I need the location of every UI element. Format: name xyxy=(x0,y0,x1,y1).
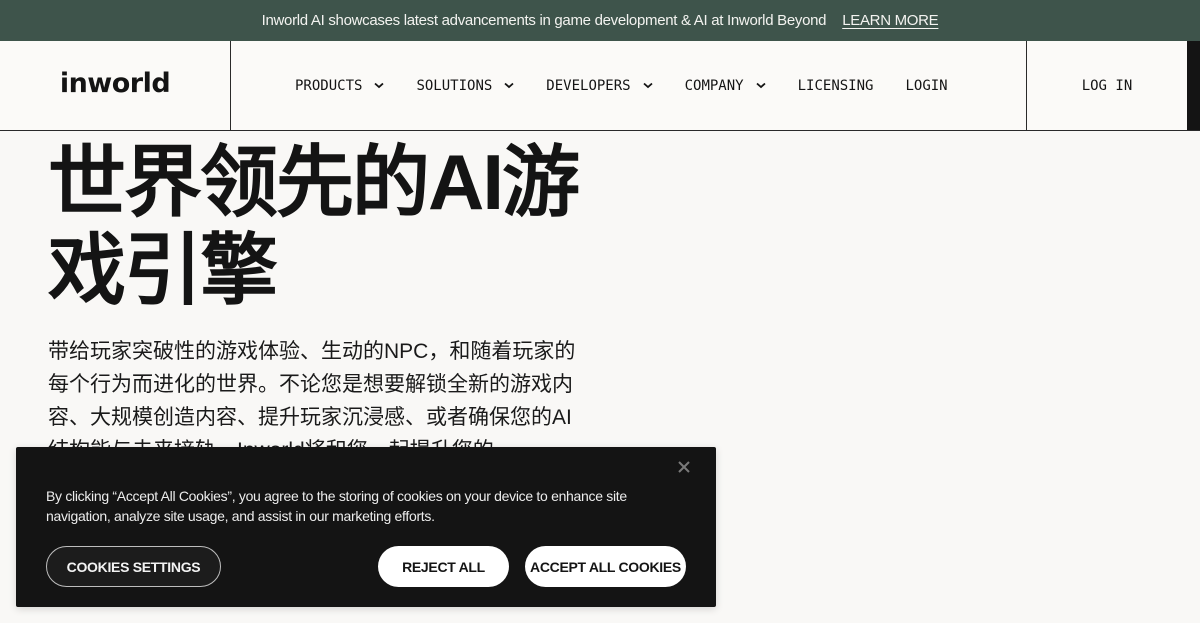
hero-title: 世界领先的AI游戏引擎 xyxy=(48,138,580,314)
announcement-text: Inworld AI showcases latest advancements… xyxy=(261,12,827,29)
cookies-settings-button[interactable]: COOKIES SETTINGS xyxy=(46,546,221,587)
log-in-button[interactable]: LOG IN xyxy=(1026,41,1187,130)
chevron-down-icon xyxy=(504,81,514,91)
nav-item-solutions[interactable]: SOLUTIONS xyxy=(416,78,514,94)
cookie-banner: By clicking “Accept All Cookies”, you ag… xyxy=(16,447,716,607)
logo-link[interactable]: inworld xyxy=(0,41,231,130)
learn-more-link[interactable]: LEARN MORE xyxy=(842,12,938,29)
header-edge-strip xyxy=(1187,41,1200,130)
nav-item-company[interactable]: COMPANY xyxy=(685,78,766,94)
announcement-bar: Inworld AI showcases latest advancements… xyxy=(0,0,1200,41)
nav-item-label: DEVELOPERS xyxy=(546,77,631,94)
nav-item-label: LICENSING xyxy=(797,77,874,94)
main-header: inworld PRODUCTS SOLUTIONS DEVELOPERS CO… xyxy=(0,41,1200,131)
nav-item-label: LOGIN xyxy=(905,77,948,94)
main-nav: PRODUCTS SOLUTIONS DEVELOPERS COMPANY LI… xyxy=(231,41,1027,130)
nav-item-licensing[interactable]: LICENSING xyxy=(798,78,874,94)
close-icon[interactable] xyxy=(676,459,692,475)
nav-item-developers[interactable]: DEVELOPERS xyxy=(546,77,653,94)
hero-description: 带给玩家突破性的游戏体验、生动的NPC，和随着玩家的每个行为而进化的世界。不论您… xyxy=(48,340,576,460)
cookie-text: By clicking “Accept All Cookies”, you ag… xyxy=(46,488,627,524)
nav-item-products[interactable]: PRODUCTS xyxy=(295,77,385,94)
accept-all-cookies-button[interactable]: ACCEPT ALL COOKIES xyxy=(525,546,686,587)
nav-item-label: PRODUCTS xyxy=(295,77,363,94)
chevron-down-icon xyxy=(756,81,766,91)
chevron-down-icon xyxy=(374,81,385,91)
nav-item-login[interactable]: LOGIN xyxy=(905,78,947,94)
chevron-down-icon xyxy=(643,81,653,91)
nav-item-label: COMPANY xyxy=(684,77,744,94)
nav-item-label: SOLUTIONS xyxy=(416,77,493,94)
reject-all-button[interactable]: REJECT ALL xyxy=(378,546,509,587)
inworld-logo: inworld xyxy=(59,68,171,99)
